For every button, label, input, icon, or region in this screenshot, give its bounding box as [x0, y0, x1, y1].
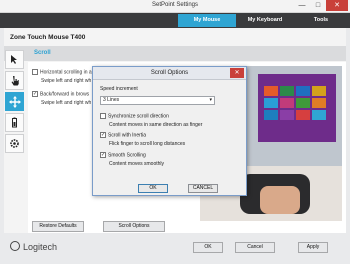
scroll-options-dialog: Scroll Options ✕ Speed increment 3 Lines… — [92, 66, 247, 196]
inertia-desc: Flick finger to scroll long distances — [109, 141, 186, 147]
horizontal-scroll-checkbox[interactable] — [32, 69, 38, 75]
logitech-logo: Logitech — [10, 241, 57, 252]
sync-direction-desc: Content moves in same direction as finge… — [109, 122, 203, 128]
chevron-down-icon: ▾ — [209, 97, 212, 103]
smooth-scrolling-checkbox[interactable]: ✓ — [100, 152, 106, 158]
hand-illustration — [260, 186, 300, 214]
dialog-close-button[interactable]: ✕ — [230, 68, 244, 78]
tab-tools[interactable]: Tools — [294, 14, 348, 27]
scroll-options-button[interactable]: Scroll Options — [103, 221, 165, 232]
sync-direction-option[interactable]: Synchronize scroll direction — [100, 113, 169, 119]
dialog-title: Scroll Options — [93, 67, 246, 80]
back-forward-desc: Swipe left and right wh — [41, 100, 92, 106]
ok-button[interactable]: OK — [193, 242, 223, 253]
smooth-scrolling-desc: Content moves smoothly — [109, 161, 165, 167]
title-bar: SetPoint Settings — □ ✕ — [0, 0, 350, 13]
minimize-button[interactable]: — — [294, 0, 310, 11]
inertia-label: Scroll with Inertia — [108, 132, 147, 139]
dialog-cancel-button[interactable]: CANCEL — [188, 184, 218, 193]
inertia-option[interactable]: ✓ Scroll with Inertia — [100, 132, 146, 138]
tab-bar: My Mouse My Keyboard Tools — [0, 13, 350, 28]
pointer-icon[interactable] — [5, 50, 24, 69]
speed-increment-value: 3 Lines — [103, 97, 120, 103]
gear-icon[interactable] — [5, 134, 24, 153]
device-name: Zone Touch Mouse T400 — [10, 34, 86, 41]
smooth-scrolling-label: Smooth Scrolling — [108, 152, 146, 159]
sync-direction-checkbox[interactable] — [100, 113, 106, 119]
cancel-button[interactable]: Cancel — [235, 242, 275, 253]
sidebar — [5, 50, 24, 155]
speed-increment-label: Speed increment — [100, 86, 138, 92]
logo-text: Logitech — [23, 242, 58, 252]
sync-direction-label: Synchronize scroll direction — [108, 113, 169, 120]
hand-icon[interactable] — [5, 71, 24, 90]
maximize-button[interactable]: □ — [310, 0, 326, 11]
speed-increment-select[interactable]: 3 Lines ▾ — [100, 96, 215, 105]
restore-defaults-button[interactable]: Restore Defaults — [32, 221, 84, 232]
dialog-ok-button[interactable]: OK — [138, 184, 168, 193]
back-forward-checkbox[interactable]: ✓ — [32, 91, 38, 97]
back-forward-option[interactable]: ✓ Back/forward in brows — [32, 91, 89, 97]
horizontal-scroll-label: Horizontal scrolling in a — [40, 69, 92, 76]
logitech-mark-icon — [10, 241, 20, 251]
battery-icon[interactable] — [5, 113, 24, 132]
tab-my-keyboard[interactable]: My Keyboard — [237, 14, 293, 27]
smooth-scrolling-option[interactable]: ✓ Smooth Scrolling — [100, 152, 146, 158]
section-title: Scroll — [34, 50, 51, 56]
horizontal-scroll-desc: Swipe left and right wh — [41, 78, 92, 84]
horizontal-scroll-option[interactable]: Horizontal scrolling in a — [32, 69, 92, 75]
inertia-checkbox[interactable]: ✓ — [100, 132, 106, 138]
section-header: Scroll — [4, 46, 346, 61]
back-forward-label: Back/forward in brows — [40, 91, 90, 98]
close-button[interactable]: ✕ — [326, 0, 348, 11]
scroll-arrows-icon[interactable] — [5, 92, 24, 111]
tab-my-mouse[interactable]: My Mouse — [178, 14, 236, 27]
apply-button[interactable]: Apply — [298, 242, 328, 253]
